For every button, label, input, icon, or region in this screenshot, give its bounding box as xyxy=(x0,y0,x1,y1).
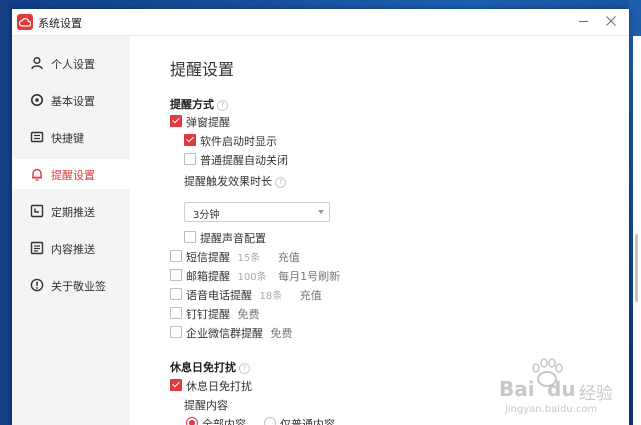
sidebar-item-label: 关于敬业签 xyxy=(51,280,106,293)
watermark-cn: 经验 xyxy=(579,384,613,404)
close-button[interactable] xyxy=(602,12,620,30)
radio-normal-only-label: 仅普通内容 xyxy=(280,418,335,425)
voice-reminder-row: 语音电话提醒 18条 充值 xyxy=(186,287,322,303)
email-refresh-note: 每月1号刷新 xyxy=(278,270,341,283)
voice-quota: 18条 xyxy=(259,291,283,302)
sidebar-item-about[interactable]: 关于敬业签 xyxy=(12,270,130,300)
radio-normal-only[interactable] xyxy=(264,417,276,425)
sound-config-label: 提醒声音配置 xyxy=(200,232,266,245)
dingtalk-reminder-label: 钉钉提醒 xyxy=(186,308,230,321)
sidebar-item-scheduled-push[interactable]: 定期推送 xyxy=(12,196,130,226)
duration-select[interactable]: 3分钟 xyxy=(184,202,330,222)
wecom-reminder-label: 企业微信群提醒 xyxy=(186,327,263,340)
sidebar-item-label: 定期推送 xyxy=(51,206,95,219)
dingtalk-reminder-checkbox[interactable] xyxy=(170,307,182,319)
watermark-brand-tail: du xyxy=(547,377,576,401)
scrollbar-thumb[interactable] xyxy=(635,234,638,302)
voice-reminder-checkbox[interactable] xyxy=(170,288,182,300)
sms-quota: 15条 xyxy=(237,253,261,264)
baidu-jingyan-watermark: Bai du 经验 jingyan.baidu.com xyxy=(499,358,627,419)
radio-all-content[interactable] xyxy=(186,417,198,425)
help-icon[interactable]: ? xyxy=(239,363,250,374)
sidebar-item-shortcuts[interactable]: 快捷键 xyxy=(12,122,130,152)
email-reminder-label: 邮箱提醒 xyxy=(186,270,230,283)
settings-window: 系统设置 个人设置 基本设置 快捷键 提醒设置 定期推送 内容推送 关于敬业签 … xyxy=(12,9,641,425)
document-icon xyxy=(30,241,44,255)
sidebar-item-label: 提醒设置 xyxy=(51,169,95,182)
show-on-startup-checkbox[interactable] xyxy=(184,134,196,146)
bell-icon xyxy=(30,167,44,181)
sidebar-item-label: 基本设置 xyxy=(51,95,95,108)
sms-reminder-row: 短信提醒 15条 充值 xyxy=(186,249,300,265)
popup-reminder-checkbox[interactable] xyxy=(170,115,182,127)
sidebar-item-reminders[interactable]: 提醒设置 xyxy=(12,159,130,189)
sidebar-item-content-push[interactable]: 内容推送 xyxy=(12,233,130,263)
watermark-url: jingyan.baidu.com xyxy=(505,404,598,415)
show-on-startup-label: 软件启动时显示 xyxy=(200,135,277,148)
rest-day-checkbox[interactable] xyxy=(170,379,182,391)
section-heading-text: 提醒方式 xyxy=(170,98,214,111)
watermark-brand: Bai xyxy=(499,377,535,401)
dingtalk-reminder-row: 钉钉提醒 免费 xyxy=(186,306,260,322)
gear-icon xyxy=(30,93,44,107)
reminder-content-label: 提醒内容 xyxy=(184,399,228,412)
duration-label: 提醒触发效果时长? xyxy=(184,173,286,189)
voice-recharge-link[interactable]: 充值 xyxy=(300,289,322,302)
duration-select-value: 3分钟 xyxy=(193,210,220,221)
radio-all-content-label: 全部内容 xyxy=(202,418,246,425)
sound-config-checkbox[interactable] xyxy=(184,231,196,243)
duration-label-text: 提醒触发效果时长 xyxy=(184,175,272,188)
info-icon xyxy=(30,278,44,292)
popup-reminder-label: 弹窗提醒 xyxy=(186,116,230,129)
email-reminder-checkbox[interactable] xyxy=(170,269,182,281)
sms-reminder-checkbox[interactable] xyxy=(170,250,182,262)
sidebar-item-label: 快捷键 xyxy=(51,132,84,145)
person-icon xyxy=(30,56,44,70)
wecom-free-note: 免费 xyxy=(270,327,293,340)
wecom-reminder-row: 企业微信群提醒 免费 xyxy=(186,325,293,341)
sidebar-item-label: 个人设置 xyxy=(51,58,95,71)
window-title: 系统设置 xyxy=(38,17,82,30)
minimize-button[interactable] xyxy=(575,12,593,30)
wecom-reminder-checkbox[interactable] xyxy=(170,326,182,338)
keyboard-icon xyxy=(30,130,44,144)
voice-reminder-label: 语音电话提醒 xyxy=(186,289,252,302)
scrollbar[interactable] xyxy=(633,36,641,425)
rest-day-heading: 休息日免打扰? xyxy=(170,359,250,375)
sms-reminder-label: 短信提醒 xyxy=(186,251,230,264)
app-cloud-icon xyxy=(17,14,33,30)
auto-close-checkbox[interactable] xyxy=(184,153,196,165)
help-icon[interactable]: ? xyxy=(275,177,286,188)
sidebar-item-personal[interactable]: 个人设置 xyxy=(12,48,130,78)
sidebar: 个人设置 基本设置 快捷键 提醒设置 定期推送 内容推送 关于敬业签 xyxy=(12,36,130,425)
help-icon[interactable]: ? xyxy=(217,100,228,111)
sidebar-item-basic[interactable]: 基本设置 xyxy=(12,85,130,115)
reminder-method-heading: 提醒方式? xyxy=(170,96,228,112)
email-reminder-row: 邮箱提醒 100条 每月1号刷新 xyxy=(186,268,340,284)
dingtalk-free-note: 免费 xyxy=(237,308,260,321)
section-heading-text: 休息日免打扰 xyxy=(170,361,236,374)
page-title: 提醒设置 xyxy=(170,60,235,79)
rest-day-label: 休息日免打扰 xyxy=(186,380,252,393)
email-quota: 100条 xyxy=(237,272,267,283)
calendar-clock-icon xyxy=(30,204,44,218)
chevron-down-icon xyxy=(318,210,324,214)
sidebar-item-label: 内容推送 xyxy=(51,243,95,256)
desktop-background-left xyxy=(0,0,12,425)
auto-close-label: 普通提醒自动关闭 xyxy=(200,154,288,167)
sms-recharge-link[interactable]: 充值 xyxy=(278,251,300,264)
title-bar: 系统设置 xyxy=(12,9,629,36)
